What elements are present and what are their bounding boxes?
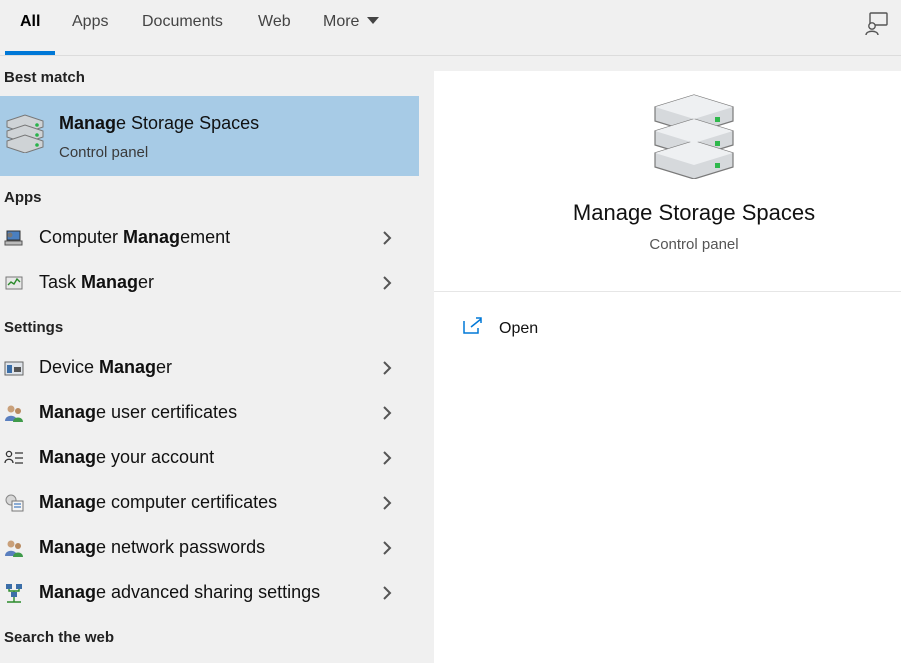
result-label: Manage user certificates [39,402,238,422]
tab-more-label: More [323,13,360,30]
result-device-manager[interactable]: Device Manager [0,346,419,391]
tab-web[interactable]: Web [258,0,291,56]
chevron-right-icon[interactable] [380,585,394,601]
chevron-right-icon[interactable] [380,450,394,466]
best-match-result[interactable]: Manage Storage Spaces Control panel [0,96,419,176]
chevron-right-icon[interactable] [380,230,394,246]
search-filter-tabs: All Apps Documents Web More [0,0,901,56]
result-label: Manage your account [39,447,215,467]
storage-drives-icon [6,114,44,153]
users-icon [5,405,23,422]
result-your-account[interactable]: Manage your account [0,436,419,481]
result-advanced-sharing[interactable]: Manage advanced sharing settings [0,571,419,616]
open-label: Open [499,320,539,337]
device-manager-icon [4,361,24,376]
chevron-right-icon[interactable] [380,405,394,421]
search-results-panel: Best match Manage Storage Spaces Control… [0,56,419,663]
best-match-subtitle: Control panel [59,144,149,161]
result-label: Manage network passwords [39,537,266,557]
preview-panel: Manage Storage Spaces Control panel Open [434,71,901,663]
result-label: Device Manager [39,357,173,377]
open-external-icon [463,317,482,334]
chevron-down-icon [367,17,380,24]
tab-documents[interactable]: Documents [142,0,223,56]
result-label: Manage advanced sharing settings [39,582,321,602]
users-icon [5,540,23,557]
result-label: Computer Management [39,227,231,247]
open-action[interactable]: Open [434,311,901,347]
section-best-match: Best match [4,69,85,86]
storage-drives-icon [654,94,734,179]
section-search-the-web: Search the web [4,629,115,646]
chevron-right-icon[interactable] [380,540,394,556]
tab-apps[interactable]: Apps [72,0,108,56]
tab-all[interactable]: All [20,0,40,56]
feedback-icon[interactable] [864,10,890,36]
section-settings: Settings [4,319,64,336]
preview-title: Manage Storage Spaces [572,200,816,225]
result-task-manager[interactable]: Task Manager [0,261,419,306]
divider [434,291,901,292]
chevron-right-icon[interactable] [380,360,394,376]
active-tab-indicator [5,51,55,55]
result-user-certificates[interactable]: Manage user certificates [0,391,419,436]
result-computer-management[interactable]: Computer Management [0,216,419,261]
result-computer-certificates[interactable]: Manage computer certificates [0,481,419,526]
chevron-right-icon[interactable] [380,495,394,511]
certificate-icon [5,494,24,512]
result-label: Manage computer certificates [39,492,278,512]
account-list-icon [4,450,23,464]
result-network-passwords[interactable]: Manage network passwords [0,526,419,571]
preview-subtitle: Control panel [649,236,739,253]
computer-management-icon [4,230,23,246]
tab-more[interactable]: More [323,0,380,56]
section-apps: Apps [4,189,42,206]
task-manager-icon [5,276,23,290]
result-label: Task Manager [39,272,155,292]
network-sharing-icon [6,584,22,603]
chevron-right-icon[interactable] [380,275,394,291]
best-match-title: Manage Storage Spaces [59,113,260,133]
